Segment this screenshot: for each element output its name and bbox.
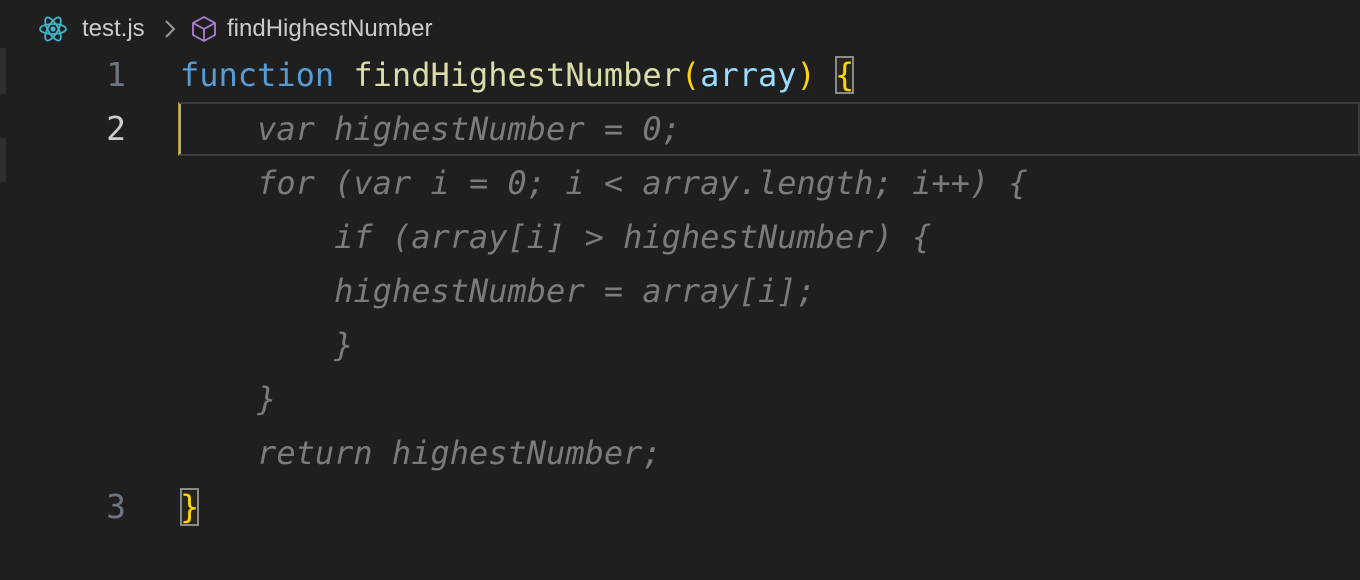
parameter-token: array (700, 56, 797, 94)
chevron-right-icon (163, 17, 177, 41)
ghost-suggestion-line: highestNumber = array[i]; (180, 272, 816, 310)
ghost-suggestion-line: if (array[i] > highestNumber) { (180, 218, 932, 256)
ghost-suggestion-line: for (var i = 0; i < array.length; i++) { (180, 164, 1028, 202)
open-brace-token: { (835, 56, 855, 94)
cube-icon (190, 14, 218, 44)
line-number-active: 2 (106, 109, 126, 148)
breadcrumb-file[interactable]: test.js (82, 14, 145, 44)
ghost-suggestion-line: var highestNumber = 0; (180, 110, 681, 148)
code-editor[interactable]: test.js findHighestNumber 1 2 3 function… (0, 0, 1360, 580)
open-paren-token: ( (680, 56, 701, 94)
gutter-marker (0, 138, 6, 182)
function-name-token: findHighestNumber (353, 56, 681, 94)
close-brace-token: } (180, 488, 200, 526)
text-cursor (179, 104, 181, 154)
line-number: 1 (106, 55, 126, 94)
ghost-suggestion-line: } (180, 380, 277, 418)
code-line-1[interactable]: function findHighestNumber(array) { (180, 48, 855, 102)
line-number: 3 (106, 487, 126, 526)
ghost-suggestion-line: return highestNumber; (180, 434, 662, 472)
react-icon (38, 14, 68, 44)
ghost-suggestion-line: } (180, 326, 354, 364)
keyword-token: function (180, 56, 335, 94)
breadcrumb-symbol[interactable]: findHighestNumber (227, 14, 432, 44)
code-line-3[interactable]: } (180, 480, 200, 534)
close-paren-token: ) (796, 56, 816, 94)
